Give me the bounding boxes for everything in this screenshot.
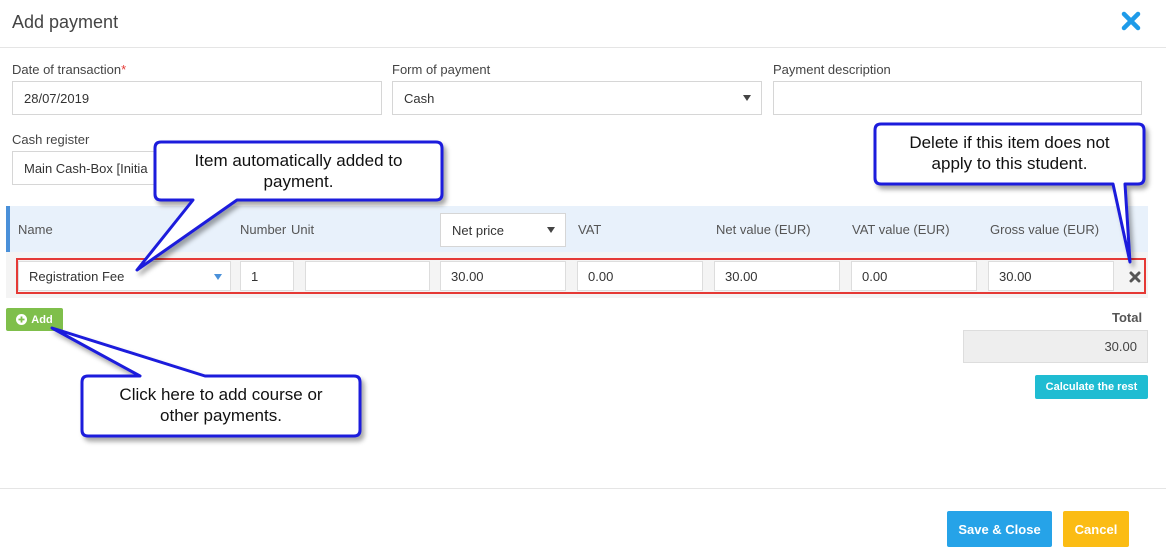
header-gross-value: Gross value (EUR): [990, 222, 1100, 237]
form-of-payment-label: Form of payment: [392, 62, 491, 77]
date-label: Date of transaction*: [12, 62, 127, 77]
form-of-payment-select[interactable]: Cash: [392, 81, 762, 115]
price-type-value: Net price: [452, 222, 505, 238]
caret-down-icon: [743, 95, 751, 101]
header-number: Number: [240, 222, 287, 237]
header-vat-value: VAT value (EUR): [852, 222, 950, 237]
header-name: Name: [18, 222, 53, 237]
header-divider: [0, 47, 1166, 48]
highlight-box: [16, 258, 1146, 294]
items-table-header: [6, 206, 1148, 252]
payment-description-input[interactable]: [773, 81, 1142, 115]
date-input[interactable]: 28/07/2019: [12, 81, 382, 115]
cancel-button[interactable]: Cancel: [1063, 511, 1129, 547]
price-type-select[interactable]: Net price: [440, 213, 566, 247]
caret-down-icon: [547, 227, 555, 233]
cash-register-label: Cash register: [12, 132, 90, 147]
header-vat: VAT: [578, 222, 602, 237]
total-label: Total: [1112, 310, 1143, 325]
form-of-payment-value: Cash: [404, 90, 435, 106]
footer-divider: [0, 488, 1166, 489]
total-value: 30.00: [963, 330, 1148, 363]
callout-delete-text: Delete if this item does not apply to th…: [909, 133, 1110, 173]
payment-description-label: Payment description: [773, 62, 891, 77]
header-net-value: Net value (EUR): [716, 222, 811, 237]
plus-circle-icon: [16, 314, 28, 325]
dialog-title: Add payment: [12, 12, 119, 32]
callout-add-hint-text: Click here to add course or other paymen…: [119, 385, 323, 425]
add-item-label: Add: [31, 313, 53, 326]
callout-auto-added-text: Item automatically added to payment.: [194, 151, 403, 191]
close-icon[interactable]: [1120, 10, 1142, 32]
save-close-button[interactable]: Save & Close: [947, 511, 1052, 547]
add-item-button[interactable]: Add: [6, 308, 63, 331]
calculate-rest-button[interactable]: Calculate the rest: [1035, 375, 1148, 399]
header-unit: Unit: [291, 222, 315, 237]
